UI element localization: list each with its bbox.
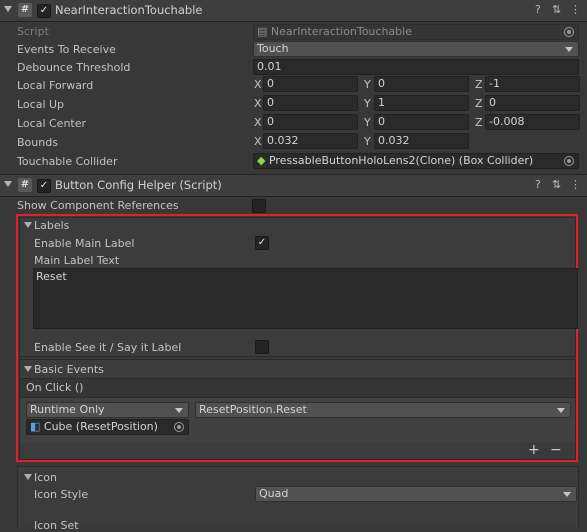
help-icon[interactable]: ? xyxy=(535,3,541,16)
component-title: Button Config Helper (Script) xyxy=(55,178,222,192)
bounds-x[interactable]: 0.032 xyxy=(263,133,358,149)
bounds-label: Bounds xyxy=(17,136,58,149)
enable-main-label-label: Enable Main Label xyxy=(34,237,135,250)
labels-section-title[interactable]: Labels xyxy=(34,219,69,232)
method-dropdown[interactable]: ResetPosition.Reset xyxy=(195,402,571,418)
box-collider-icon: ◆ xyxy=(257,154,266,167)
local-forward-x[interactable]: 0 xyxy=(263,76,358,92)
enable-see-it-label: Enable See it / Say it Label xyxy=(34,341,182,354)
preset-icon[interactable]: ⇅ xyxy=(552,3,561,16)
script-field-value: NearInteractionTouchable xyxy=(270,25,412,38)
near-interaction-touchable-header[interactable]: # ✓ NearInteractionTouchable ? ⇅ ⋮ xyxy=(0,0,587,22)
debounce-label: Debounce Threshold xyxy=(17,61,131,74)
foldout-arrow-icon[interactable] xyxy=(24,222,32,228)
local-up-label: Local Up xyxy=(17,98,65,111)
events-to-receive-value: Touch xyxy=(257,42,289,55)
foldout-arrow-icon[interactable] xyxy=(4,181,12,187)
axis-z-label: Z xyxy=(475,116,483,129)
show-component-references-label: Show Component References xyxy=(17,199,179,212)
local-center-z[interactable]: -0.008 xyxy=(485,114,580,130)
on-click-header: On Click () xyxy=(20,378,575,398)
icon-set-label: Icon Set xyxy=(34,519,79,532)
script-label: Script xyxy=(17,25,49,38)
on-click-label: On Click () xyxy=(26,381,84,394)
local-forward-z[interactable]: -1 xyxy=(485,76,580,92)
enable-see-it-checkbox[interactable] xyxy=(255,340,269,354)
cube-icon: ◧ xyxy=(30,420,41,433)
icon-style-label: Icon Style xyxy=(34,488,89,501)
enable-main-label-checkbox[interactable]: ✓ xyxy=(255,236,269,250)
events-to-receive-label: Events To Receive xyxy=(17,43,116,56)
more-options-icon[interactable]: ⋮ xyxy=(570,3,581,16)
main-label-text-label: Main Label Text xyxy=(34,254,120,267)
script-hash-icon: # xyxy=(18,178,32,192)
script-hash-icon: # xyxy=(18,3,32,17)
touchable-collider-value: PressableButtonHoloLens2(Clone) (Box Col… xyxy=(268,154,534,167)
event-target-field[interactable]: ◧ Cube (ResetPosition) xyxy=(26,419,189,435)
bounds-y[interactable]: 0.032 xyxy=(374,133,469,149)
axis-z-label: Z xyxy=(475,78,483,91)
main-label-text-value: Reset xyxy=(36,270,67,283)
debounce-field[interactable]: 0.01 xyxy=(253,59,579,75)
chevron-down-icon xyxy=(557,408,565,413)
axis-x-label: X xyxy=(254,135,262,148)
foldout-arrow-icon[interactable] xyxy=(4,6,12,12)
icon-section-title[interactable]: Icon xyxy=(34,471,57,484)
axis-y-label: Y xyxy=(364,78,371,91)
local-up-y[interactable]: 1 xyxy=(374,95,469,111)
foldout-arrow-icon[interactable] xyxy=(24,366,32,372)
basic-events-title[interactable]: Basic Events xyxy=(34,363,104,376)
more-options-icon[interactable]: ⋮ xyxy=(570,178,581,191)
chevron-down-icon xyxy=(175,408,183,413)
local-center-y[interactable]: 0 xyxy=(374,114,469,130)
help-icon[interactable]: ? xyxy=(535,178,541,191)
object-picker-icon[interactable] xyxy=(564,27,574,37)
local-up-x[interactable]: 0 xyxy=(263,95,358,111)
add-remove-bar: + − xyxy=(520,442,570,459)
add-event-button[interactable]: + xyxy=(528,442,540,458)
local-center-x[interactable]: 0 xyxy=(263,114,358,130)
component-title: NearInteractionTouchable xyxy=(55,3,203,17)
local-center-label: Local Center xyxy=(17,117,87,130)
touchable-collider-field[interactable]: ◆ PressableButtonHoloLens2(Clone) (Box C… xyxy=(253,153,579,169)
touchable-collider-label: Touchable Collider xyxy=(17,155,118,168)
axis-y-label: Y xyxy=(364,135,371,148)
method-value: ResetPosition.Reset xyxy=(199,403,307,416)
icon-style-dropdown[interactable]: Quad xyxy=(255,486,577,502)
local-forward-label: Local Forward xyxy=(17,79,94,92)
preset-icon[interactable]: ⇅ xyxy=(552,178,561,191)
remove-event-button[interactable]: − xyxy=(550,442,562,458)
icon-style-value: Quad xyxy=(259,487,289,500)
script-field[interactable]: ▤ NearInteractionTouchable xyxy=(253,24,579,40)
axis-x-label: X xyxy=(254,116,262,129)
script-file-icon: ▤ xyxy=(257,25,268,38)
events-to-receive-dropdown[interactable]: Touch xyxy=(253,41,579,57)
object-picker-icon[interactable] xyxy=(564,156,574,166)
runtime-only-value: Runtime Only xyxy=(30,403,105,416)
local-up-z[interactable]: 0 xyxy=(485,95,580,111)
axis-x-label: X xyxy=(254,97,262,110)
axis-z-label: Z xyxy=(475,97,483,110)
axis-y-label: Y xyxy=(364,116,371,129)
chevron-down-icon xyxy=(563,492,571,497)
local-forward-y[interactable]: 0 xyxy=(374,76,469,92)
object-picker-icon[interactable] xyxy=(174,422,184,432)
main-label-text-area[interactable]: Reset xyxy=(33,268,578,329)
component-enabled-checkbox[interactable]: ✓ xyxy=(37,4,51,18)
button-config-helper-header[interactable]: # ✓ Button Config Helper (Script) ? ⇅ ⋮ xyxy=(0,174,587,197)
component-enabled-checkbox[interactable]: ✓ xyxy=(37,179,51,193)
show-component-references-checkbox[interactable] xyxy=(252,199,266,213)
runtime-only-dropdown[interactable]: Runtime Only xyxy=(26,402,189,418)
chevron-down-icon xyxy=(565,47,573,52)
axis-x-label: X xyxy=(254,78,262,91)
event-target-value: Cube (ResetPosition) xyxy=(43,420,158,433)
foldout-arrow-icon[interactable] xyxy=(24,474,32,480)
axis-y-label: Y xyxy=(364,97,371,110)
